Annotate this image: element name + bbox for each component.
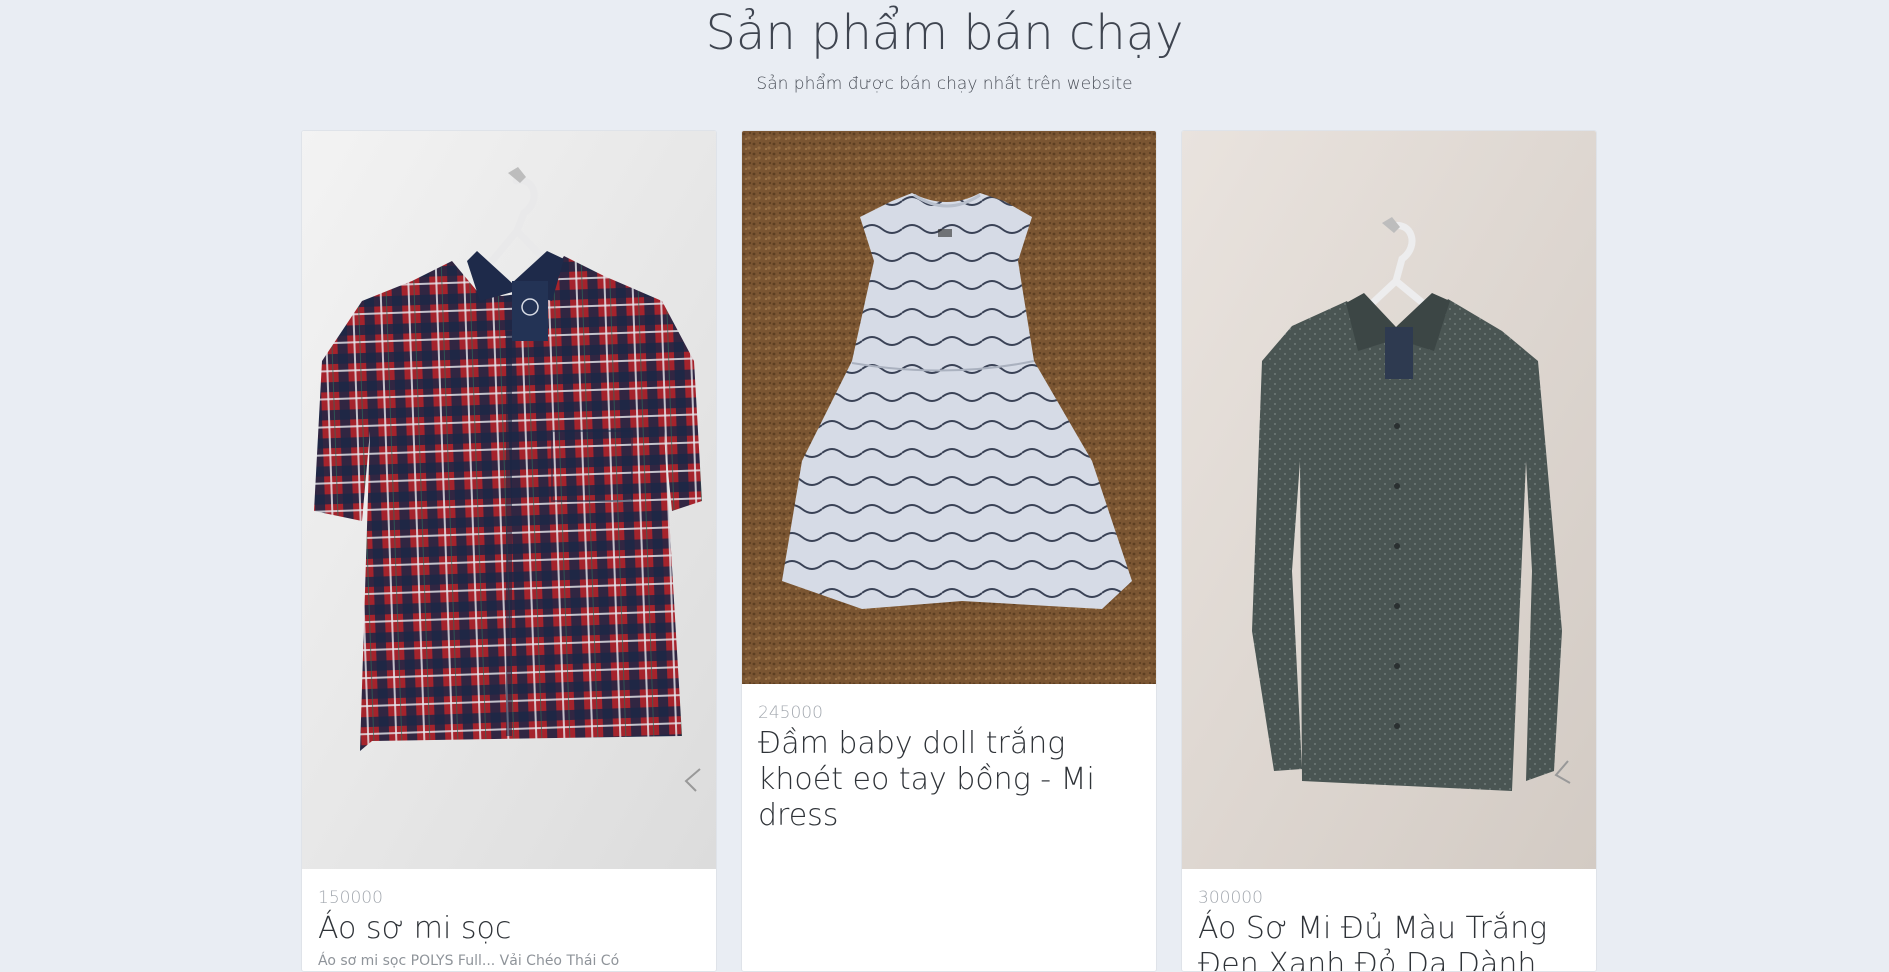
product-price: 150000 bbox=[318, 888, 383, 908]
product-card[interactable]: 245000 Đầm baby doll trắng khoét eo tay … bbox=[741, 130, 1157, 972]
product-name[interactable]: Đầm baby doll trắng khoét eo tay bồng - … bbox=[758, 726, 1140, 834]
product-name[interactable]: Áo Sơ Mi Đủ Màu Trắng Đen Xanh Đỏ Dạ Dàn… bbox=[1198, 911, 1580, 971]
product-card[interactable]: 150000 Áo sơ mi sọc Áo sơ mi sọc POLYS F… bbox=[301, 130, 717, 972]
product-image[interactable] bbox=[1182, 131, 1596, 869]
product-name[interactable]: Áo sơ mi sọc bbox=[318, 911, 700, 947]
product-image[interactable] bbox=[302, 131, 716, 869]
product-description: Áo sơ mi sọc POLYS Full... Vải Chéo Thái… bbox=[318, 953, 620, 969]
section-subtitle: Sản phẩm được bán chạy nhất trên website bbox=[756, 74, 1133, 94]
product-image[interactable] bbox=[742, 131, 1156, 684]
product-card[interactable]: 300000 Áo Sơ Mi Đủ Màu Trắng Đen Xanh Đỏ… bbox=[1181, 130, 1597, 972]
product-price: 300000 bbox=[1198, 888, 1263, 908]
section-title: Sản phẩm bán chạy bbox=[705, 5, 1184, 61]
product-price: 245000 bbox=[758, 703, 823, 723]
